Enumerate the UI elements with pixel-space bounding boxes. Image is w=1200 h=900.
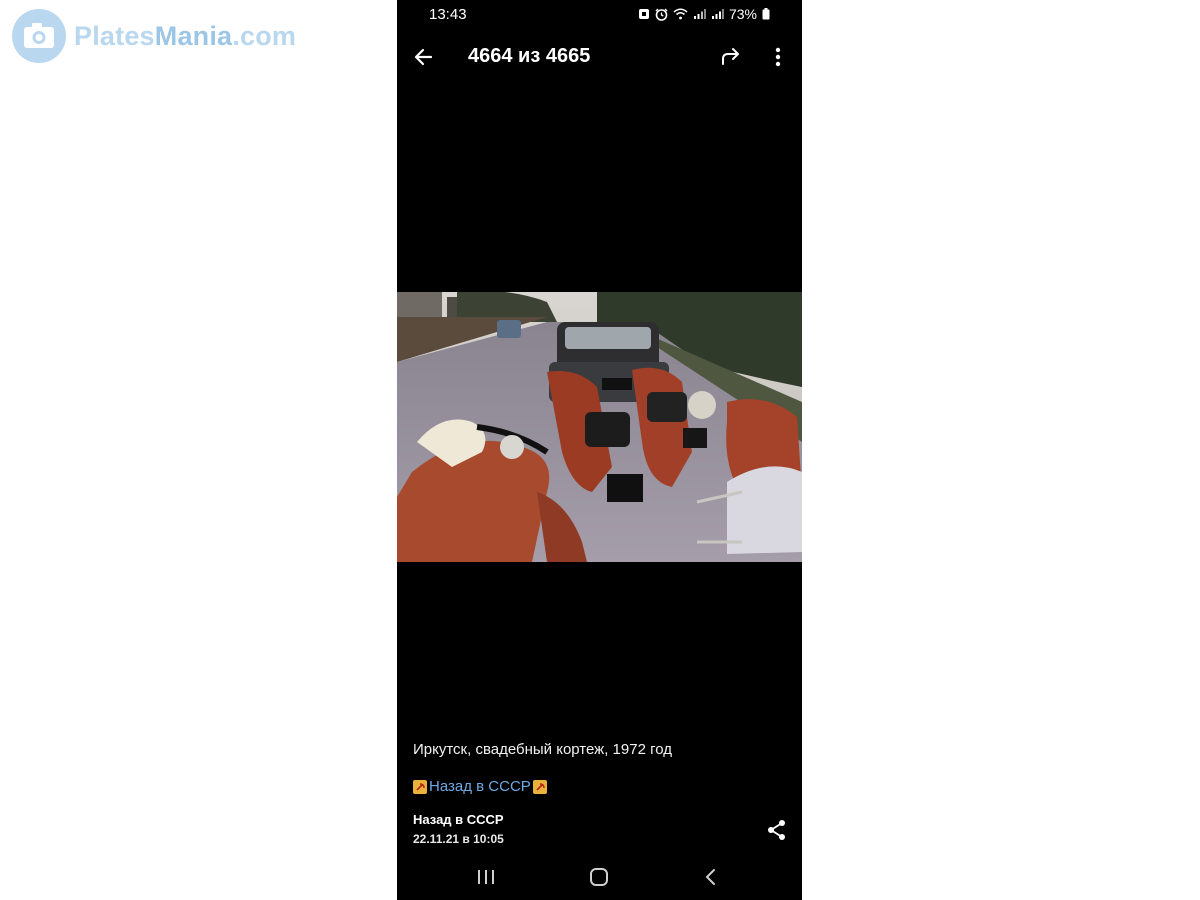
watermark-text-b: Mania: [154, 20, 233, 51]
status-time: 13:43: [429, 6, 467, 23]
chevron-left-icon[interactable]: [702, 866, 720, 888]
post-caption: Иркутск, свадебный кортеж, 1972 год: [413, 741, 672, 758]
share-forward-icon[interactable]: [718, 44, 744, 70]
status-icons: 73%: [638, 6, 770, 22]
watermark-text-a: Plates: [74, 20, 155, 51]
app-bar: 4664 из 4665: [397, 30, 802, 82]
alarm-icon: [638, 9, 649, 19]
post-author[interactable]: Назад в СССР: [413, 812, 504, 827]
hammer-sickle-icon: [532, 779, 547, 794]
camera-icon: [12, 9, 66, 63]
arrow-left-icon[interactable]: [411, 44, 437, 70]
post-date: 22.11.21 в 10:05: [413, 832, 504, 846]
signal-icon: [693, 9, 706, 19]
recents-icon[interactable]: [475, 867, 497, 887]
tag-link[interactable]: Назад в СССР: [429, 778, 531, 795]
share-icon[interactable]: [765, 818, 789, 842]
phone-screen: 13:43 73% 4664 из 4665 Иркутск, свадебны…: [397, 0, 802, 900]
watermark-text-c: .com: [232, 20, 297, 51]
status-bar: 13:43 73%: [397, 0, 802, 30]
battery-icon: [762, 8, 770, 20]
more-vertical-icon[interactable]: [767, 44, 789, 70]
watermark-text: PlatesMania.com: [74, 21, 296, 52]
hammer-sickle-icon: [413, 779, 427, 794]
battery-percent: 73%: [728, 6, 757, 22]
signal-icon: [711, 9, 724, 19]
tag-line: Назад в СССР: [413, 778, 547, 795]
home-icon[interactable]: [588, 866, 610, 888]
photo-image[interactable]: [397, 292, 802, 562]
photo-counter: 4664 из 4665: [468, 45, 591, 67]
platesmania-watermark: PlatesMania.com: [12, 9, 296, 63]
clock-icon: [655, 8, 668, 21]
wifi-icon: [673, 8, 688, 20]
system-nav-bar: [397, 855, 802, 900]
